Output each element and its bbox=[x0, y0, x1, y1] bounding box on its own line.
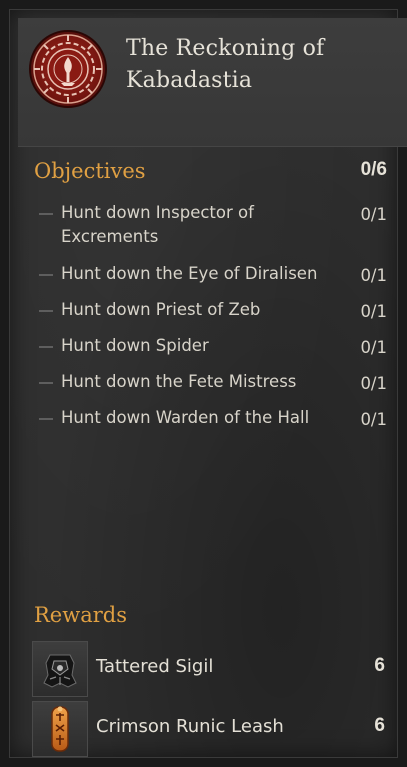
red-sun-seal-icon bbox=[29, 30, 107, 108]
quest-panel: The Reckoning of Kabadastia Objectives 0… bbox=[0, 0, 407, 767]
objective-text: Hunt down Inspector of Excrements bbox=[61, 203, 254, 246]
objective-count: 0/1 bbox=[360, 205, 387, 224]
dash-icon bbox=[39, 382, 53, 384]
objective-text: Hunt down the Eye of Diralisen bbox=[61, 264, 318, 283]
objective-text: Hunt down Warden of the Hall bbox=[61, 408, 310, 427]
reward-quantity: 6 bbox=[374, 715, 385, 736]
objective-count: 0/1 bbox=[360, 302, 387, 321]
dash-icon bbox=[39, 418, 53, 420]
dash-icon bbox=[39, 310, 53, 312]
reward-quantity: 6 bbox=[374, 655, 385, 676]
objectives-heading: Objectives bbox=[34, 159, 146, 183]
objective-count: 0/1 bbox=[360, 410, 387, 429]
reward-name: Crimson Runic Leash bbox=[96, 716, 284, 737]
objective-count: 0/1 bbox=[360, 374, 387, 393]
dash-icon bbox=[39, 274, 53, 276]
objective-text: Hunt down Priest of Zeb bbox=[61, 300, 261, 319]
dash-icon bbox=[39, 213, 53, 215]
reward-item-crimson-runic-leash[interactable]: Crimson Runic Leash 6 bbox=[32, 701, 392, 757]
reward-item-tattered-sigil[interactable]: Tattered Sigil 6 bbox=[32, 641, 392, 697]
objective-text: Hunt down the Fete Mistress bbox=[61, 372, 297, 391]
quest-title: The Reckoning of Kabadastia bbox=[126, 36, 325, 93]
tattered-sigil-icon bbox=[32, 641, 88, 697]
objectives-total: 0/6 bbox=[360, 159, 387, 180]
objective-count: 0/1 bbox=[360, 266, 387, 285]
dash-icon bbox=[39, 346, 53, 348]
objective-text: Hunt down Spider bbox=[61, 336, 209, 355]
reward-name: Tattered Sigil bbox=[96, 656, 214, 677]
runic-leash-icon bbox=[32, 701, 88, 757]
rewards-heading: Rewards bbox=[34, 603, 127, 627]
objective-count: 0/1 bbox=[360, 338, 387, 357]
